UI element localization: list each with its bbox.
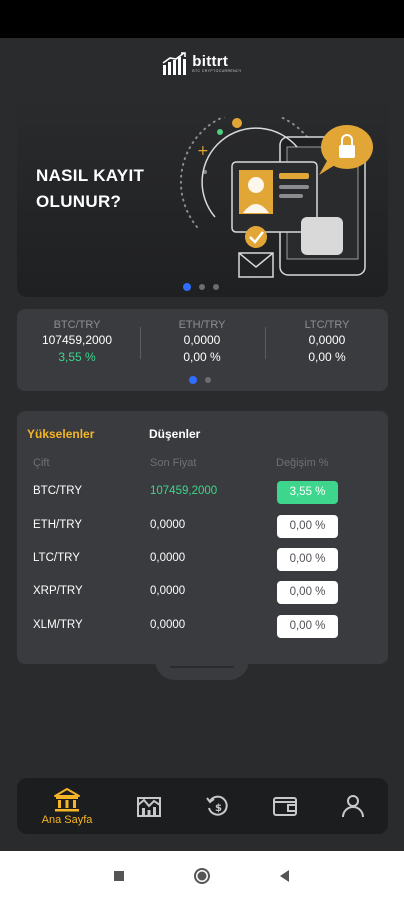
table-row[interactable]: ETH/TRY 0,0000 0,00 %: [17, 515, 388, 539]
status-bar: [0, 0, 404, 38]
app-logo: bittrt BTC CRYPTOCURRENCY: [0, 50, 404, 78]
tab-rising[interactable]: Yükselenler: [27, 427, 94, 441]
ticker-pair: BTC/TRY: [53, 319, 101, 331]
column-header-last-price: Son Fiyat: [150, 457, 197, 469]
ticker-change: 0,00 %: [308, 350, 346, 364]
nav-home-label: Ana Sayfa: [41, 813, 93, 826]
history-icon: $: [206, 795, 228, 816]
row-pair: XLM/TRY: [33, 619, 83, 631]
nav-markets[interactable]: [119, 778, 179, 834]
ticker-pair: LTC/TRY: [304, 319, 350, 331]
table-row[interactable]: LTC/TRY 0,0000 0,00 %: [17, 548, 388, 572]
row-pair: LTC/TRY: [33, 552, 80, 564]
ticker-dot-2[interactable]: [205, 377, 211, 383]
ticker-btc[interactable]: BTC/TRY 107459,2000 3,55 %: [17, 319, 137, 364]
logo-text: bittrt: [192, 53, 229, 71]
row-pair: XRP/TRY: [33, 585, 83, 597]
logo-subtext: BTC CRYPTOCURRENCY: [192, 69, 242, 74]
ticker-price: 107459,2000: [41, 333, 113, 347]
ticker-price: 0,0000: [308, 333, 346, 347]
row-price: 0,0000: [150, 619, 186, 631]
nav-wallet[interactable]: [255, 778, 315, 834]
market-panel-handle: [170, 666, 234, 668]
registration-illustration: +: [179, 117, 373, 278]
bank-icon: [54, 787, 80, 811]
svg-text:+: +: [197, 143, 209, 159]
table-row[interactable]: XLM/TRY 0,0000 0,00 %: [17, 615, 388, 639]
row-price: 0,0000: [150, 519, 186, 531]
ticker-change: 3,55 %: [58, 350, 96, 364]
nav-history[interactable]: $: [188, 778, 248, 834]
row-price: 0,0000: [150, 552, 186, 564]
table-row[interactable]: XRP/TRY 0,0000 0,00 %: [17, 581, 388, 605]
back-icon[interactable]: [276, 867, 294, 885]
banner-dot-1[interactable]: [183, 283, 191, 291]
column-header-change: Değişim %: [276, 457, 329, 469]
ticker-change: 0,00 %: [183, 350, 221, 364]
promo-banner[interactable]: NASIL KAYIT OLUNUR? +: [17, 95, 388, 297]
banner-title: NASIL KAYIT OLUNUR?: [36, 166, 145, 211]
row-pair: ETH/TRY: [33, 519, 82, 531]
row-change-badge: 0,00 %: [277, 515, 338, 538]
system-navigation-bar: [0, 851, 404, 900]
row-change-badge: 0,00 %: [277, 581, 338, 604]
market-chart-icon: [137, 797, 161, 817]
logo-mark-icon: [162, 52, 187, 75]
row-change-badge: 0,00 %: [277, 615, 338, 638]
banner-dot-2[interactable]: [199, 284, 205, 290]
ticker-dot-1[interactable]: [189, 376, 197, 384]
row-price: 0,0000: [150, 585, 186, 597]
ticker-divider: [140, 327, 141, 359]
nav-profile[interactable]: [323, 778, 383, 834]
svg-text:$: $: [215, 803, 222, 814]
ticker-divider: [265, 327, 266, 359]
ticker-ltc[interactable]: LTC/TRY 0,0000 0,00 %: [267, 319, 387, 364]
ticker-eth[interactable]: ETH/TRY 0,0000 0,00 %: [142, 319, 262, 364]
row-pair: BTC/TRY: [33, 485, 82, 497]
ticker-pair: ETH/TRY: [178, 319, 226, 331]
banner-pagination[interactable]: [183, 283, 219, 291]
nav-home[interactable]: Ana Sayfa: [37, 778, 97, 834]
column-header-pair: Çift: [33, 457, 50, 469]
user-icon: [342, 795, 364, 818]
wallet-icon: [273, 797, 297, 816]
row-price: 107459,2000: [150, 485, 218, 497]
ticker-price: 0,0000: [183, 333, 221, 347]
table-row[interactable]: BTC/TRY 107459,2000 3,55 %: [17, 481, 388, 505]
home-icon[interactable]: [193, 867, 211, 885]
ticker-pagination[interactable]: [189, 376, 211, 384]
tab-falling[interactable]: Düşenler: [149, 427, 200, 441]
market-panel: Yükselenler Düşenler Çift Son Fiyat Deği…: [17, 411, 388, 664]
row-change-badge: 0,00 %: [277, 548, 338, 571]
row-change-badge: 3,55 %: [277, 481, 338, 504]
banner-dot-3[interactable]: [213, 284, 219, 290]
bottom-navigation: Ana Sayfa $: [17, 778, 388, 834]
recent-apps-icon[interactable]: [110, 867, 128, 885]
